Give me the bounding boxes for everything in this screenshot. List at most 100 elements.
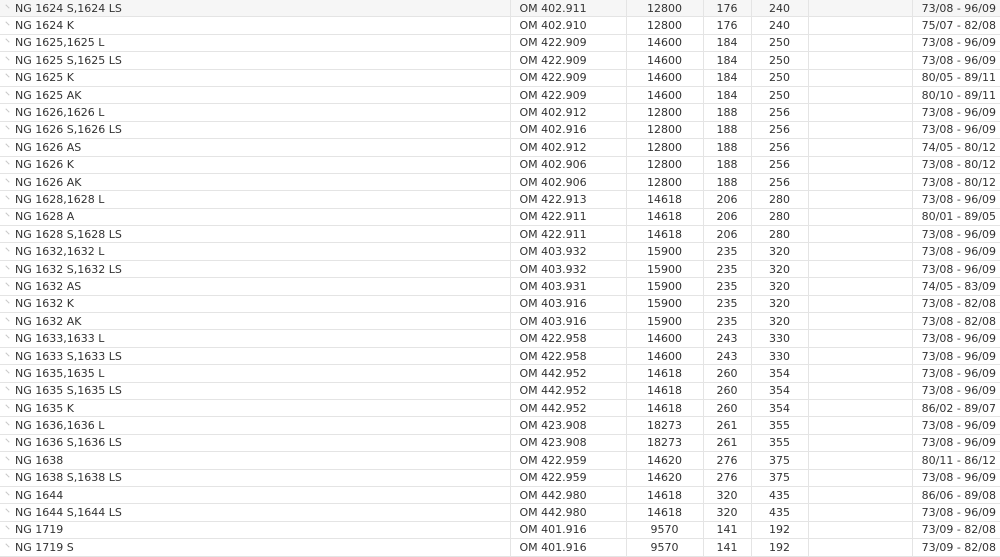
model-name[interactable]: NG 1626 AK — [15, 176, 81, 189]
model-name[interactable]: NG 1632 AS — [15, 280, 81, 293]
displacement-cell: 14618 — [626, 364, 704, 383]
model-name[interactable]: NG 1635,1635 L — [15, 367, 104, 380]
table-row[interactable]: NG 1638 OM 422.959 14620 276 375 80/11 - 86/1… — [0, 451, 1000, 470]
model-name[interactable]: NG 1625 S,1625 LS — [15, 54, 122, 67]
model-name[interactable]: NG 1635 K — [15, 402, 74, 415]
model-name[interactable]: NG 1626 S,1626 LS — [15, 123, 122, 136]
model-name[interactable]: NG 1636,1636 L — [15, 419, 104, 432]
table-row[interactable]: NG 1628 A OM 422.911 14618 206 280 80/01 - 89… — [0, 208, 1000, 227]
model-name[interactable]: NG 1719 — [15, 523, 63, 536]
model-name[interactable]: NG 1644 S,1644 LS — [15, 506, 122, 519]
table-row[interactable]: NG 1624 S,1624 LS OM 402.911 12800 176 240 73… — [0, 0, 1000, 18]
table-row[interactable]: NG 1633,1633 L OM 422.958 14600 243 330 73/08… — [0, 329, 1000, 348]
table-row[interactable]: NG 1626 AS OM 402.912 12800 188 256 74/05 - 8… — [0, 138, 1000, 157]
model-cell[interactable]: NG 1626 K — [0, 156, 511, 174]
table-row[interactable]: NG 1625 S,1625 LS OM 422.909 14600 184 250 73… — [0, 51, 1000, 70]
model-name[interactable]: NG 1624 S,1624 LS — [15, 2, 122, 15]
table-row[interactable]: NG 1644 OM 442.980 14618 320 435 86/06 - 89/0… — [0, 486, 1000, 505]
model-name[interactable]: NG 1638 — [15, 454, 63, 467]
table-row[interactable]: NG 1628,1628 L OM 422.913 14618 206 280 73/08… — [0, 190, 1000, 209]
model-cell[interactable]: NG 1644 — [0, 486, 511, 505]
production-years-cell: 73/08 - 96/09 — [912, 469, 1000, 487]
table-row[interactable]: NG 1625 AK OM 422.909 14600 184 250 80/10 - 8… — [0, 86, 1000, 105]
model-cell[interactable]: NG 1625 S,1625 LS — [0, 51, 511, 70]
table-row[interactable]: NG 1632 AK OM 403.916 15900 235 320 73/08 - 8… — [0, 312, 1000, 331]
model-name[interactable]: NG 1719 S — [15, 541, 74, 554]
empty-cell — [808, 486, 913, 505]
model-cell[interactable]: NG 1635 K — [0, 399, 511, 418]
table-row[interactable]: NG 1636 S,1636 LS OM 423.908 18273 261 355 73… — [0, 434, 1000, 453]
model-cell[interactable]: NG 1628,1628 L — [0, 190, 511, 209]
model-name[interactable]: NG 1626,1626 L — [15, 106, 104, 119]
table-row[interactable]: NG 1633 S,1633 LS OM 422.958 14600 243 330 73… — [0, 347, 1000, 366]
model-cell[interactable]: NG 1626,1626 L — [0, 103, 511, 122]
model-cell[interactable]: NG 1626 S,1626 LS — [0, 121, 511, 140]
model-cell[interactable]: NG 1625 AK — [0, 86, 511, 105]
model-name[interactable]: NG 1626 K — [15, 158, 74, 171]
model-name[interactable]: NG 1628 A — [15, 210, 74, 223]
model-cell[interactable]: NG 1626 AS — [0, 138, 511, 157]
model-cell[interactable]: NG 1638 S,1638 LS — [0, 469, 511, 487]
table-row[interactable]: NG 1624 K OM 402.910 12800 176 240 75/07 - 82… — [0, 16, 1000, 35]
tree-branch-icon — [4, 421, 13, 430]
model-name[interactable]: NG 1632,1632 L — [15, 245, 104, 258]
model-name[interactable]: NG 1625,1625 L — [15, 36, 104, 49]
table-row[interactable]: NG 1632 AS OM 403.931 15900 235 320 74/05 - 8… — [0, 277, 1000, 296]
model-cell[interactable]: NG 1625 K — [0, 69, 511, 87]
model-cell[interactable]: NG 1635,1635 L — [0, 364, 511, 383]
model-cell[interactable]: NG 1632,1632 L — [0, 242, 511, 261]
model-cell[interactable]: NG 1635 S,1635 LS — [0, 382, 511, 400]
model-cell[interactable]: NG 1626 AK — [0, 173, 511, 192]
model-cell[interactable]: NG 1628 S,1628 LS — [0, 225, 511, 244]
table-row[interactable]: NG 1635,1635 L OM 442.952 14618 260 354 73/08… — [0, 364, 1000, 383]
model-name[interactable]: NG 1632 AK — [15, 315, 81, 328]
table-row[interactable]: NG 1635 S,1635 LS OM 442.952 14618 260 354 73… — [0, 382, 1000, 400]
model-cell[interactable]: NG 1638 — [0, 451, 511, 470]
displacement-cell: 15900 — [626, 277, 704, 296]
model-cell[interactable]: NG 1636,1636 L — [0, 416, 511, 435]
table-row[interactable]: NG 1719 S OM 401.916 9570 141 192 73/09 - 82/… — [0, 538, 1000, 557]
table-row[interactable]: NG 1626 S,1626 LS OM 402.916 12800 188 256 73… — [0, 121, 1000, 140]
model-cell[interactable]: NG 1632 AK — [0, 312, 511, 331]
model-cell[interactable]: NG 1624 S,1624 LS — [0, 0, 511, 18]
model-name[interactable]: NG 1644 — [15, 489, 63, 502]
model-cell[interactable]: NG 1644 S,1644 LS — [0, 503, 511, 522]
model-name[interactable]: NG 1638 S,1638 LS — [15, 471, 122, 484]
model-cell[interactable]: NG 1624 K — [0, 16, 511, 35]
table-row[interactable]: NG 1626 K OM 402.906 12800 188 256 73/08 - 80… — [0, 156, 1000, 174]
engine-code-cell: OM 401.916 — [510, 538, 627, 557]
table-row[interactable]: NG 1626 AK OM 402.906 12800 188 256 73/08 - 8… — [0, 173, 1000, 192]
table-row[interactable]: NG 1632 S,1632 LS OM 403.932 15900 235 320 73… — [0, 260, 1000, 279]
model-name[interactable]: NG 1636 S,1636 LS — [15, 436, 122, 449]
table-row[interactable]: NG 1632 K OM 403.916 15900 235 320 73/08 - 82… — [0, 295, 1000, 314]
table-row[interactable]: NG 1625,1625 L OM 422.909 14600 184 250 73/08… — [0, 34, 1000, 53]
model-cell[interactable]: NG 1633,1633 L — [0, 329, 511, 348]
table-row[interactable]: NG 1628 S,1628 LS OM 422.911 14618 206 280 73… — [0, 225, 1000, 244]
model-name[interactable]: NG 1635 S,1635 LS — [15, 384, 122, 397]
model-name[interactable]: NG 1626 AS — [15, 141, 81, 154]
model-name[interactable]: NG 1628,1628 L — [15, 193, 104, 206]
table-row[interactable]: NG 1626,1626 L OM 402.912 12800 188 256 73/08… — [0, 103, 1000, 122]
table-row[interactable]: NG 1638 S,1638 LS OM 422.959 14620 276 375 73… — [0, 469, 1000, 487]
model-name[interactable]: NG 1632 S,1632 LS — [15, 263, 122, 276]
model-cell[interactable]: NG 1628 A — [0, 208, 511, 227]
model-name[interactable]: NG 1633,1633 L — [15, 332, 104, 345]
model-cell[interactable]: NG 1633 S,1633 LS — [0, 347, 511, 366]
model-name[interactable]: NG 1628 S,1628 LS — [15, 228, 122, 241]
table-row[interactable]: NG 1625 K OM 422.909 14600 184 250 80/05 - 89… — [0, 69, 1000, 87]
model-cell[interactable]: NG 1632 S,1632 LS — [0, 260, 511, 279]
model-cell[interactable]: NG 1636 S,1636 LS — [0, 434, 511, 453]
table-row[interactable]: NG 1644 S,1644 LS OM 442.980 14618 320 435 73… — [0, 503, 1000, 522]
table-row[interactable]: NG 1632,1632 L OM 403.932 15900 235 320 73/08… — [0, 242, 1000, 261]
model-name[interactable]: NG 1624 K — [15, 19, 74, 32]
model-name[interactable]: NG 1625 AK — [15, 89, 81, 102]
table-row[interactable]: NG 1636,1636 L OM 423.908 18273 261 355 73/08… — [0, 416, 1000, 435]
table-row[interactable]: NG 1635 K OM 442.952 14618 260 354 86/02 - 89… — [0, 399, 1000, 418]
model-name[interactable]: NG 1625 K — [15, 71, 74, 84]
model-cell[interactable]: NG 1632 K — [0, 295, 511, 314]
model-cell[interactable]: NG 1625,1625 L — [0, 34, 511, 53]
model-name[interactable]: NG 1632 K — [15, 297, 74, 310]
model-name[interactable]: NG 1633 S,1633 LS — [15, 350, 122, 363]
model-cell[interactable]: NG 1719 S — [0, 538, 511, 557]
model-cell[interactable]: NG 1632 AS — [0, 277, 511, 296]
